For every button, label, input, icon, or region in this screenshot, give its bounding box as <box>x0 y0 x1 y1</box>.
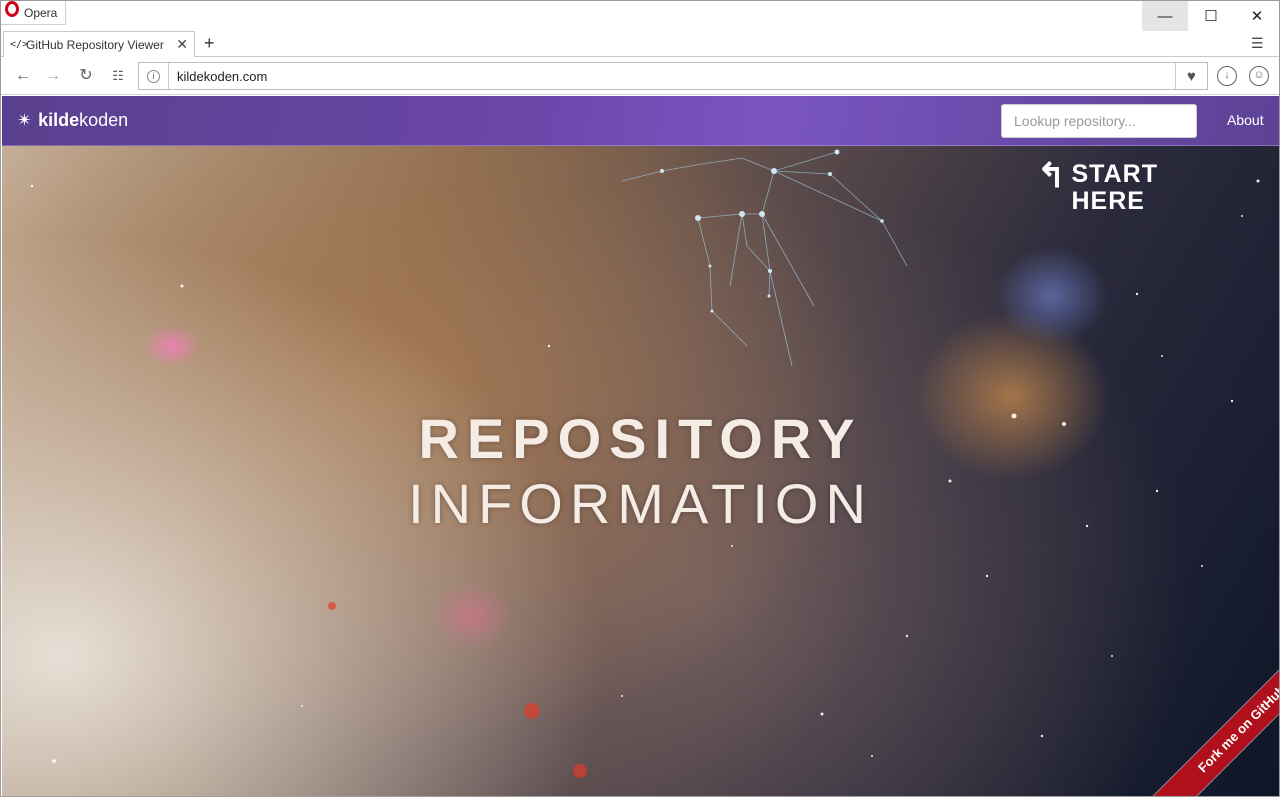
app-name: Opera <box>24 5 58 20</box>
plus-icon: + <box>204 33 215 53</box>
minimize-icon: — <box>1157 7 1173 25</box>
tab-close-icon[interactable]: ✕ <box>176 36 188 53</box>
start-here-line2: HERE <box>1071 187 1145 215</box>
navigation-bar: ← → ↻ ☷ i kildekoden.com ♥ ↓ ☺ <box>1 57 1279 95</box>
forward-arrow-icon: → <box>45 67 61 84</box>
profile-icon: ☺ <box>1253 69 1265 81</box>
title-bar: Opera — ☐ ✕ <box>1 1 1279 31</box>
heart-icon: ♥ <box>1187 67 1196 85</box>
tab-title: GitHub Repository Viewer <box>26 37 164 52</box>
download-button[interactable]: ↓ <box>1217 66 1237 86</box>
new-tab-button[interactable]: + <box>204 33 215 54</box>
close-icon: ✕ <box>1250 8 1264 25</box>
site-logo[interactable]: ✴ kilde koden <box>17 110 128 131</box>
brand-name-bold: kilde <box>38 110 80 130</box>
url-separator <box>168 63 169 89</box>
tab-github-repository-viewer[interactable]: </> GitHub Repository Viewer ✕ <box>3 31 195 57</box>
start-here-line1: START <box>1071 160 1158 188</box>
tab-strip: </> GitHub Repository Viewer ✕ + ☰ <box>1 31 1279 57</box>
opera-menu-button[interactable]: Opera <box>1 1 67 25</box>
about-link[interactable]: About <box>1227 112 1264 128</box>
page-content: ✴ kildekoden About ↰ START HERE REPOSITO… <box>2 96 1279 796</box>
forward-button[interactable]: → <box>43 66 63 86</box>
maximize-icon: ☐ <box>1204 8 1218 25</box>
grid-icon: ☷ <box>112 68 124 83</box>
reload-icon: ↻ <box>79 67 93 84</box>
hero-title-line2: INFORMATION <box>408 472 873 535</box>
opera-logo-icon <box>5 1 19 17</box>
profile-button[interactable]: ☺ <box>1249 66 1269 86</box>
maximize-button[interactable]: ☐ <box>1188 1 1234 31</box>
tab-menu-icon: ☰ <box>1251 35 1264 51</box>
close-window-button[interactable]: ✕ <box>1234 1 1279 31</box>
url-text[interactable]: kildekoden.com <box>177 69 267 84</box>
telescope-icon: ✴ <box>17 110 33 130</box>
download-icon: ↓ <box>1224 69 1230 81</box>
address-bar[interactable]: i kildekoden.com ♥ <box>138 62 1208 90</box>
tab-menu-button[interactable]: ☰ <box>1251 35 1264 52</box>
start-here-callout: ↰ START HERE <box>1037 157 1158 215</box>
lookup-repository-input[interactable] <box>1001 104 1197 138</box>
brand-name-light: koden <box>79 110 129 130</box>
hero-title-line1: REPOSITORY <box>418 407 863 470</box>
site-info-icon[interactable]: i <box>147 69 160 83</box>
code-icon: </> <box>10 39 29 50</box>
back-button[interactable]: ← <box>13 66 33 86</box>
reload-button[interactable]: ↻ <box>76 66 96 86</box>
bookmark-heart-button[interactable]: ♥ <box>1175 63 1207 89</box>
curved-arrow-icon: ↰ <box>1037 157 1066 195</box>
speed-dial-button[interactable]: ☷ <box>108 66 128 86</box>
site-navbar: ✴ kildekoden About <box>2 96 1279 146</box>
back-arrow-icon: ← <box>15 67 31 84</box>
minimize-button[interactable]: — <box>1142 1 1188 31</box>
browser-window: Opera — ☐ ✕ </> GitHub Repository Viewer… <box>0 0 1280 797</box>
